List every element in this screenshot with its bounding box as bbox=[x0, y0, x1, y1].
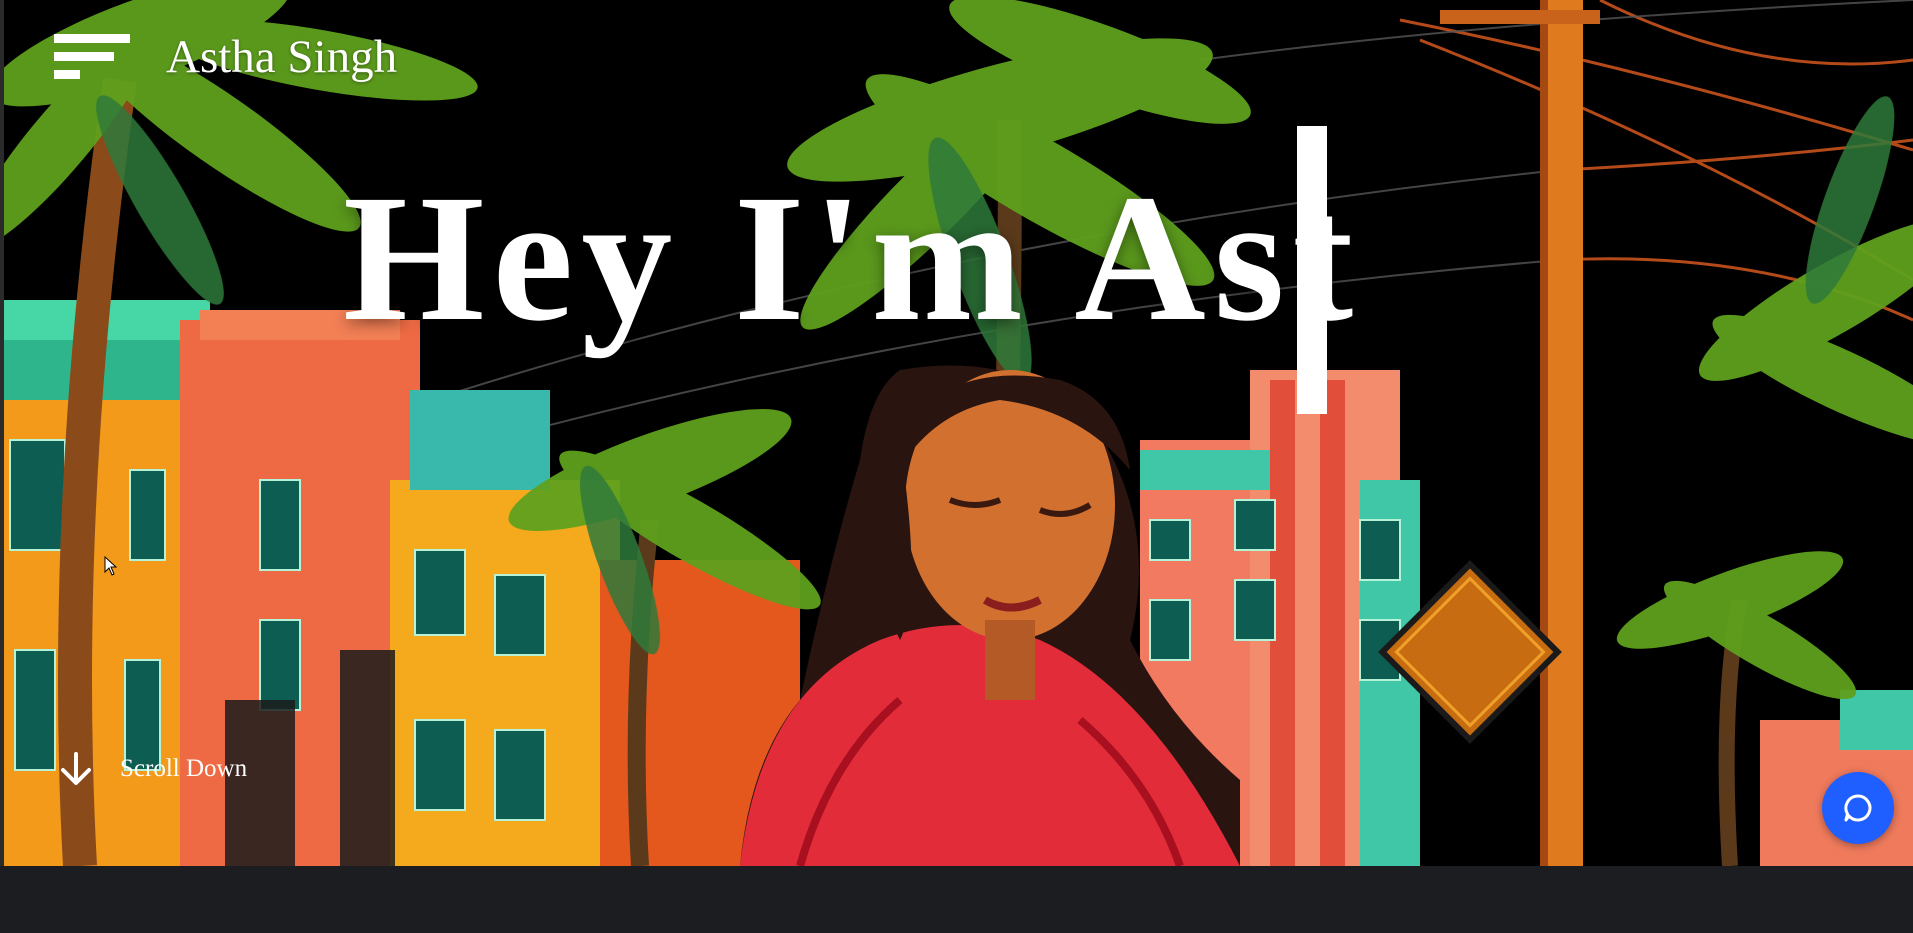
hamburger-menu-icon[interactable] bbox=[54, 34, 130, 80]
scroll-down-label: Scroll Down bbox=[120, 755, 248, 782]
chat-button[interactable] bbox=[1822, 772, 1894, 844]
chat-bubble-icon bbox=[1844, 794, 1872, 822]
hero-headline: Hey I'm Ast bbox=[343, 158, 1362, 359]
brand-name[interactable]: Astha Singh bbox=[166, 30, 397, 84]
page-edge bbox=[0, 0, 4, 866]
arrow-down-icon bbox=[61, 752, 91, 785]
hero-background-illustration bbox=[0, 0, 1913, 866]
mouse-pointer-icon bbox=[104, 556, 118, 576]
typing-caret bbox=[1297, 126, 1327, 414]
scroll-down-link[interactable]: Scroll Down bbox=[60, 752, 247, 786]
top-navigation: Astha Singh bbox=[54, 30, 397, 84]
footer-strip bbox=[0, 866, 1913, 933]
hero-section: Astha Singh Hey I'm Ast Scroll Down bbox=[0, 0, 1913, 866]
